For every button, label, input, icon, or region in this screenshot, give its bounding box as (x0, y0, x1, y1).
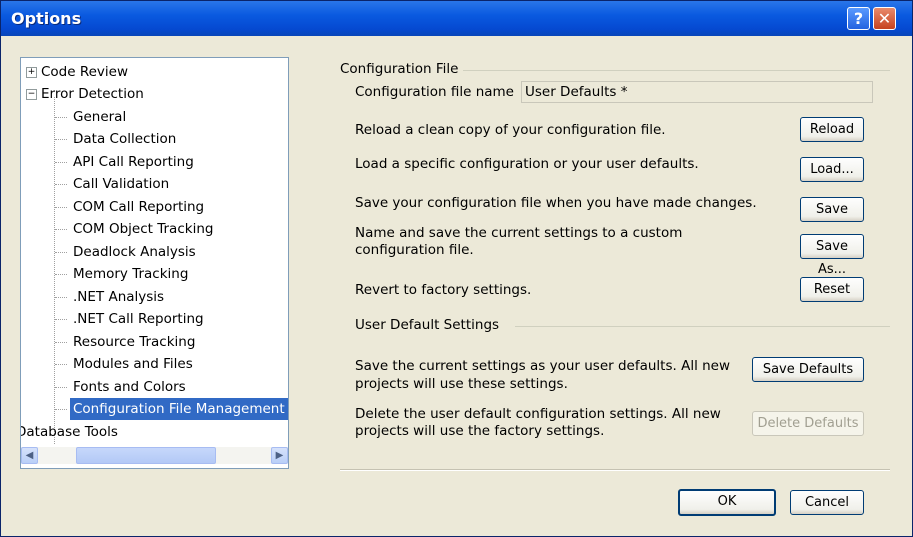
horizontal-scroll-thumb[interactable] (76, 447, 216, 464)
save-as-button[interactable]: Save As... (800, 234, 864, 277)
save-button[interactable]: Save (800, 197, 864, 222)
load-button[interactable]: Load... (800, 157, 864, 182)
help-icon[interactable]: ? (847, 7, 870, 30)
cancel-button[interactable]: Cancel (790, 490, 864, 515)
tree-item-modules-and-files[interactable]: Modules and Files (73, 353, 193, 375)
save-defaults-button[interactable]: Save Defaults (752, 357, 864, 382)
scroll-up-icon[interactable]: ▲ (288, 58, 289, 75)
tree-item-resource-tracking[interactable]: Resource Tracking (73, 331, 195, 353)
tree-branch-line (55, 274, 67, 275)
tree-item-api-call-reporting[interactable]: API Call Reporting (73, 151, 194, 173)
tree-item-configuration-file-management[interactable]: Configuration File Management (70, 398, 288, 420)
tree-item-deadlock-analysis[interactable]: Deadlock Analysis (73, 241, 196, 263)
tree-branch-line (55, 184, 67, 185)
tree-item-fonts-and-colors[interactable]: Fonts and Colors (73, 376, 186, 398)
reset-description: Revert to factory settings. (355, 282, 532, 298)
save-as-description-line2: configuration file. (355, 242, 474, 258)
config-file-name-field: User Defaults * (521, 81, 873, 103)
tree-branch-line (55, 342, 67, 343)
tree-branch-line (55, 364, 67, 365)
save-defaults-description-line1: Save the current settings as your user d… (355, 358, 731, 374)
reset-button[interactable]: Reset (800, 277, 864, 302)
save-description: Save your configuration file when you ha… (355, 195, 757, 211)
config-file-name-label: Configuration file name (355, 84, 514, 100)
tree-item-net-analysis[interactable]: .NET Analysis (73, 286, 164, 308)
scroll-down-icon[interactable]: ▼ (288, 430, 289, 447)
tree-branch-line (55, 207, 67, 208)
footer-divider (340, 469, 890, 471)
tree-branch-line (55, 117, 67, 118)
ok-button[interactable]: OK (678, 489, 776, 516)
tree-vertical-scrollbar[interactable]: ▲ ▼ (288, 58, 289, 447)
user-default-settings-group-title: User Default Settings (355, 317, 500, 333)
title-bar: Options ? ✕ (1, 1, 912, 36)
tree-branch-line (55, 252, 67, 253)
tree-item-label: Code Review (41, 64, 129, 80)
close-icon[interactable]: ✕ (873, 7, 896, 30)
reload-button[interactable]: Reload (800, 117, 864, 142)
tree-horizontal-scrollbar[interactable]: ◀ ▶ (21, 447, 288, 464)
save-as-description-line1: Name and save the current settings to a … (355, 225, 683, 241)
delete-defaults-description-line2: projects will use the factory settings. (355, 423, 605, 439)
group-divider (515, 326, 890, 327)
expand-plus-icon[interactable]: + (26, 67, 37, 78)
window-title: Options (11, 9, 82, 28)
tree-branch-line (55, 297, 67, 298)
tree-item-data-collection[interactable]: Data Collection (73, 128, 176, 150)
tree-item-label: Error Detection (41, 86, 144, 102)
scroll-right-icon[interactable]: ▶ (271, 447, 288, 464)
delete-defaults-button[interactable]: Delete Defaults (752, 411, 864, 436)
group-divider (463, 70, 890, 71)
tree-branch-line (55, 409, 67, 410)
reload-description: Reload a clean copy of your configuratio… (355, 122, 666, 138)
vertical-scroll-thumb[interactable] (288, 183, 289, 343)
options-dialog: Options ? ✕ + Code Review − Error Detect… (0, 0, 913, 537)
collapse-minus-icon[interactable]: − (26, 89, 37, 100)
tree-branch-line (55, 139, 67, 140)
save-defaults-description-line2: projects will use these settings. (355, 376, 568, 392)
tree-branch-line (55, 162, 67, 163)
tree-item-call-validation[interactable]: Call Validation (73, 173, 169, 195)
delete-defaults-description-line1: Delete the user default configuration se… (355, 406, 721, 422)
tree-connector (54, 97, 55, 444)
tree-item-net-call-reporting[interactable]: .NET Call Reporting (73, 308, 204, 330)
tree-branch-line (55, 229, 67, 230)
load-description: Load a specific configuration or your us… (355, 156, 699, 172)
tree-item-com-call-reporting[interactable]: COM Call Reporting (73, 196, 204, 218)
tree-branch-line (55, 387, 67, 388)
options-tree: + Code Review − Error Detection General … (20, 57, 289, 469)
tree-item-com-object-tracking[interactable]: COM Object Tracking (73, 218, 213, 240)
tree-item-general[interactable]: General (73, 106, 126, 128)
scroll-left-icon[interactable]: ◀ (21, 447, 38, 464)
tree-branch-line (55, 319, 67, 320)
tree-item-memory-tracking[interactable]: Memory Tracking (73, 263, 188, 285)
configuration-file-group-title: Configuration File (340, 61, 459, 77)
tree-item-database-tools[interactable]: Database Tools (21, 421, 118, 443)
